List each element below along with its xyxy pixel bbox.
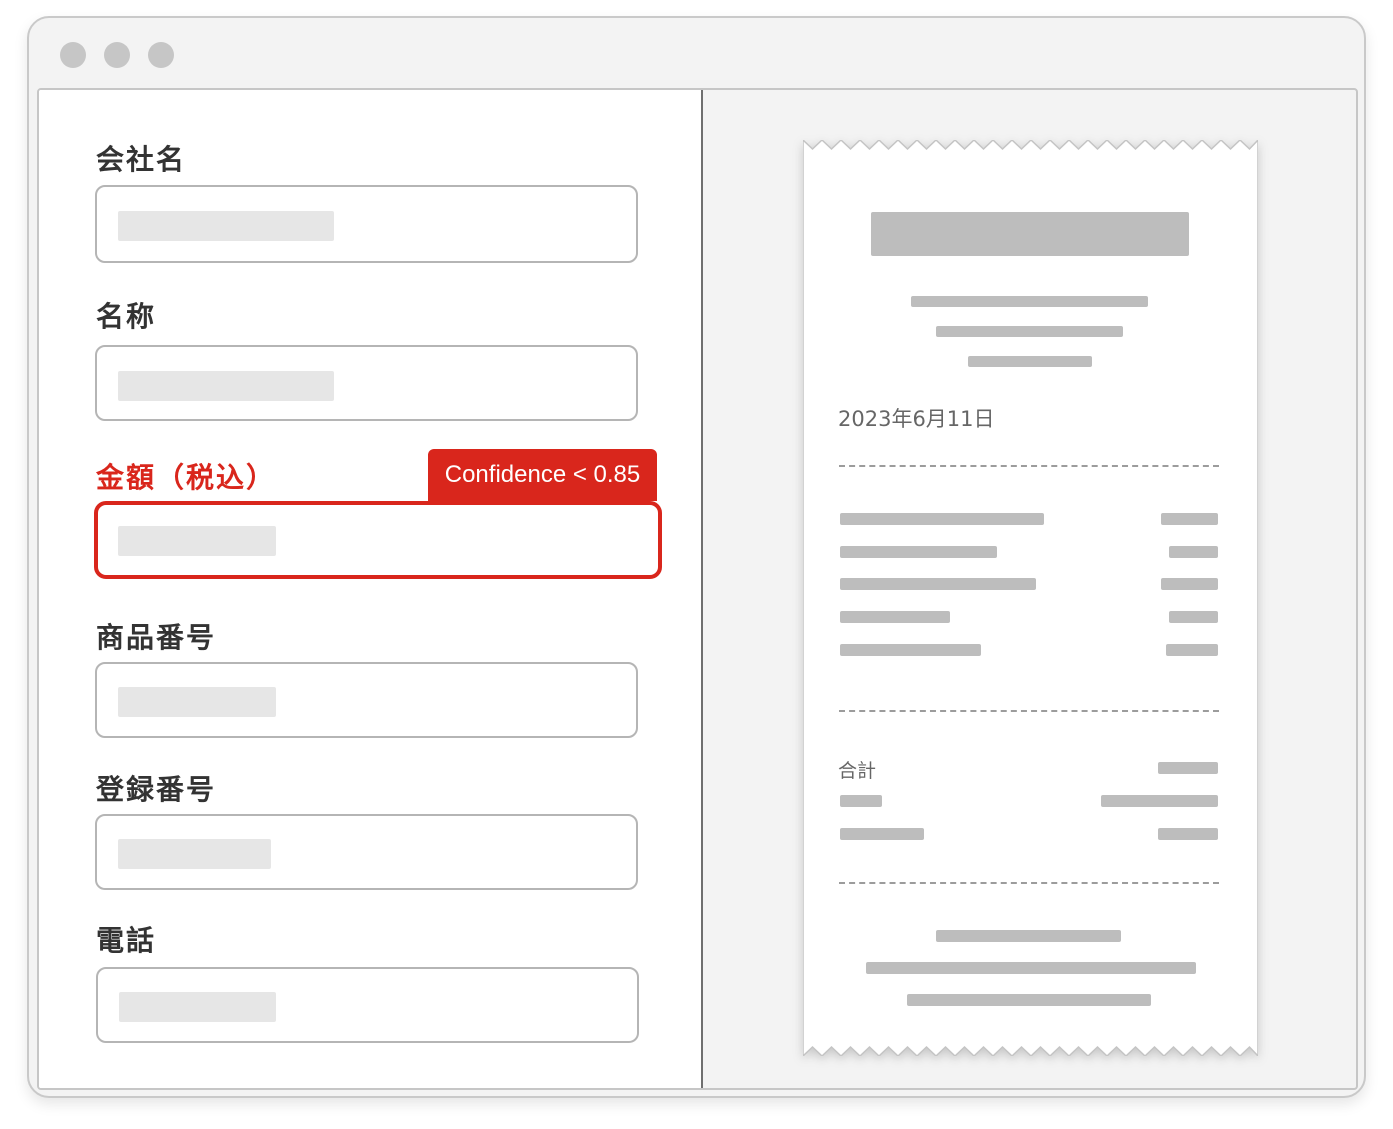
amount-input[interactable] xyxy=(94,501,662,579)
receipt-preview: 2023年6月11日 合計 xyxy=(803,140,1258,1056)
receipt-store-logo xyxy=(871,212,1189,256)
confidence-badge: Confidence < 0.85 xyxy=(428,449,657,501)
receipt-item-price xyxy=(1161,513,1218,525)
receipt-item-name xyxy=(840,644,981,656)
receipt-divider xyxy=(839,710,1219,712)
input-value-placeholder xyxy=(118,839,271,869)
receipt-date: 2023年6月11日 xyxy=(838,407,995,431)
receipt-item-name xyxy=(840,513,1044,525)
company-name-input[interactable] xyxy=(95,185,638,263)
receipt-total-value xyxy=(1158,762,1218,774)
receipt-item-name xyxy=(840,578,1036,590)
receipt-header-line xyxy=(968,356,1092,367)
receipt-summary-value xyxy=(1158,828,1218,840)
field-label-product-number: 商品番号 xyxy=(96,621,217,654)
receipt-item-name xyxy=(840,611,950,623)
receipt-item-price xyxy=(1169,611,1218,623)
registration-number-input[interactable] xyxy=(95,814,638,890)
receipt-item-price xyxy=(1166,644,1218,656)
receipt-divider xyxy=(839,465,1219,467)
receipt-item-price xyxy=(1161,578,1218,590)
phone-input[interactable] xyxy=(96,967,639,1043)
receipt-summary-label xyxy=(840,828,924,840)
window-content: 会社名 名称 金額（税込） Confidence < 0.85 商品番号 登録番… xyxy=(37,88,1358,1090)
field-label-company: 会社名 xyxy=(96,143,187,176)
input-value-placeholder xyxy=(118,371,334,401)
receipt-item-price xyxy=(1169,546,1218,558)
window-maximize-button[interactable] xyxy=(148,42,174,68)
name-input[interactable] xyxy=(95,345,638,421)
receipt-summary-label xyxy=(840,795,882,807)
field-label-registration-number: 登録番号 xyxy=(96,773,217,806)
field-label-amount: 金額（税込） xyxy=(96,461,277,494)
input-value-placeholder xyxy=(118,687,276,717)
receipt-footer-line xyxy=(866,962,1196,974)
receipt-total-label: 合計 xyxy=(838,760,877,782)
window-close-button[interactable] xyxy=(60,42,86,68)
form-panel: 会社名 名称 金額（税込） Confidence < 0.85 商品番号 登録番… xyxy=(39,90,703,1088)
receipt-header-line xyxy=(936,326,1123,337)
field-label-phone: 電話 xyxy=(96,924,157,957)
receipt-item-name xyxy=(840,546,997,558)
receipt-footer-line xyxy=(907,994,1151,1006)
receipt-footer-line xyxy=(936,930,1121,942)
receipt-paper xyxy=(803,140,1258,1056)
field-label-name: 名称 xyxy=(96,300,157,333)
receipt-summary-value xyxy=(1101,795,1218,807)
input-value-placeholder xyxy=(119,992,276,1022)
receipt-divider xyxy=(839,882,1219,884)
receipt-header-line xyxy=(911,296,1148,307)
window-minimize-button[interactable] xyxy=(104,42,130,68)
app-window: 会社名 名称 金額（税込） Confidence < 0.85 商品番号 登録番… xyxy=(27,16,1366,1098)
input-value-placeholder xyxy=(118,526,276,556)
input-value-placeholder xyxy=(118,211,334,241)
product-number-input[interactable] xyxy=(95,662,638,738)
